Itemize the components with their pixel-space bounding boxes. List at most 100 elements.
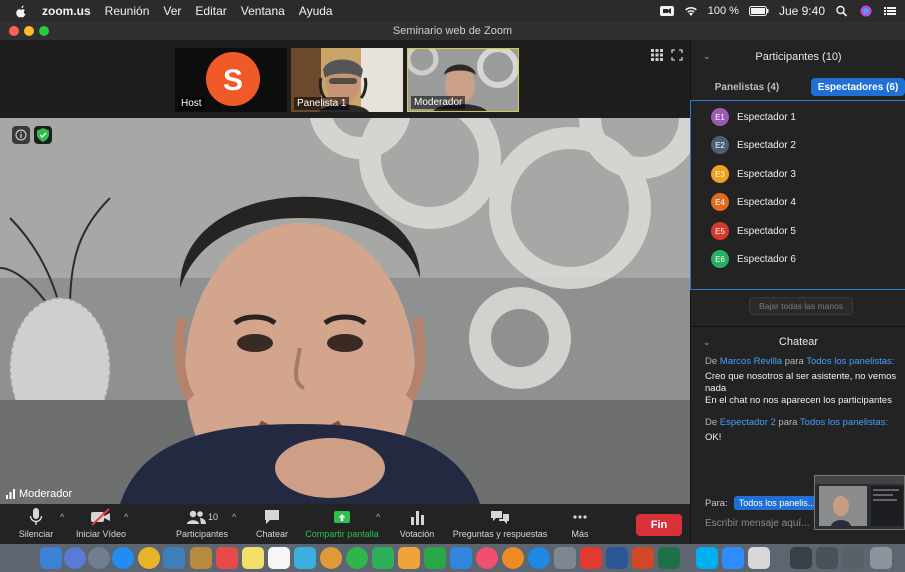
tab-attendees[interactable]: Espectadores (6) [811,78,905,96]
chat-recipient-dropdown[interactable]: Todos los panelis... [733,496,821,510]
minimized-window-icon[interactable] [790,547,812,569]
main-video-label: Moderador [6,488,72,500]
tab-panelists[interactable]: Panelistas (4) [711,78,783,96]
participants-panel-title: Participantes (10) [755,51,842,63]
notification-center-icon[interactable] [883,5,897,17]
launchpad-icon[interactable] [88,547,110,569]
keynote-icon[interactable] [450,547,472,569]
battery-icon[interactable] [748,5,769,17]
attendee-avatar: E1 [711,108,729,126]
word-icon[interactable] [606,547,628,569]
excel-icon[interactable] [658,547,680,569]
facetime-icon[interactable] [372,547,394,569]
more-button[interactable]: Más [562,508,598,544]
mute-button[interactable]: Silenciar [10,508,62,544]
gallery-view-icon[interactable] [651,49,663,61]
trash-icon[interactable] [870,547,892,569]
menu-ayuda[interactable]: Ayuda [299,4,333,18]
chat-sender[interactable]: Marcos Revilla [720,356,782,367]
chat-to-word: para [778,417,798,428]
pages-icon[interactable] [398,547,420,569]
photos-icon[interactable] [320,547,342,569]
dock [0,544,905,572]
thumbnail-panelista-1[interactable]: Panelista 1 [291,48,403,112]
preview-icon[interactable] [748,547,770,569]
messages-icon[interactable] [346,547,368,569]
reminders-icon[interactable] [268,547,290,569]
self-view-thumbnail[interactable] [814,475,905,530]
app-store-icon[interactable] [528,547,550,569]
maps-icon[interactable] [294,547,316,569]
attendee-row[interactable]: E4 Espectador 4 [711,193,796,211]
chat-sender[interactable]: Espectador 2 [720,417,776,428]
menubar-clock[interactable]: Jue 9:40 [779,4,825,18]
participants-button[interactable]: 10 Participantes [172,508,232,544]
system-preferences-icon[interactable] [554,547,576,569]
thumbnail-moderador-label: Moderador [411,96,466,109]
zoom-status-icon[interactable] [659,5,674,17]
zoom-icon[interactable] [722,547,744,569]
menu-bar: zoom.us Reunión Ver Editar Ventana Ayuda… [0,0,905,22]
poll-button[interactable]: Votación [392,508,442,544]
wifi-icon[interactable] [684,5,698,17]
safari-icon[interactable] [112,547,134,569]
chrome-icon[interactable] [138,547,160,569]
encryption-shield-icon[interactable] [34,126,52,144]
attendee-row[interactable]: E3 Espectador 3 [711,165,796,183]
menu-editar[interactable]: Editar [195,4,226,18]
participants-options-chevron-icon[interactable]: ^ [232,512,236,522]
share-screen-icon [334,511,350,523]
finder-icon[interactable] [40,547,62,569]
menu-zoom-us[interactable]: zoom.us [42,4,91,18]
apple-icon[interactable] [14,4,28,18]
share-screen-button[interactable]: Compartir pantalla [302,508,382,544]
chat-message-line: OK! [705,432,722,443]
attendee-name: Espectador 6 [737,253,796,265]
window-title: Seminario web de Zoom [392,25,513,37]
photos-app-icon[interactable] [163,547,185,569]
chat-button[interactable]: Chatear [250,508,294,544]
attendee-row[interactable]: E6 Espectador 6 [711,250,796,268]
audio-options-chevron-icon[interactable]: ^ [60,512,64,522]
attendee-row[interactable]: E5 Espectador 5 [711,222,796,240]
fullscreen-icon[interactable] [671,49,683,61]
share-options-chevron-icon[interactable]: ^ [376,512,380,522]
participants-tabs: Panelistas (4) Espectadores (6) [691,78,905,98]
thumbnail-host-label: Host [178,97,205,110]
video-options-chevron-icon[interactable]: ^ [124,512,128,522]
acrobat-icon[interactable] [580,547,602,569]
end-meeting-button[interactable]: Fin [636,514,682,536]
stickies-icon[interactable] [242,547,264,569]
numbers-icon[interactable] [424,547,446,569]
info-icon[interactable] [12,126,30,144]
books-icon[interactable] [502,547,524,569]
siri-icon[interactable] [859,5,873,17]
lower-all-hands-button[interactable]: Bajar todas las manos [749,297,853,315]
skype-icon[interactable] [696,547,718,569]
microphone-icon [29,508,43,525]
notes-book-icon[interactable] [190,547,212,569]
video-area: S Host Panelista 1 Moderador Moderador [0,40,690,504]
thumbnail-moderador[interactable]: Moderador [407,48,519,112]
thumbnail-host[interactable]: S Host [175,48,287,112]
powerpoint-icon[interactable] [632,547,654,569]
participants-count: 10 [207,512,218,522]
attendee-row[interactable]: E2 Espectador 2 [711,136,796,154]
chat-to-word: para [784,356,804,367]
chat-icon [265,510,279,524]
menu-ver[interactable]: Ver [163,4,181,18]
qa-button[interactable]: Preguntas y respuestas [448,508,552,544]
minimized-window-icon[interactable] [816,547,838,569]
chat-input[interactable]: Escribir mensaje aquí... [705,518,810,529]
minimized-window-icon[interactable] [842,547,864,569]
calendar-icon[interactable] [216,547,238,569]
spotlight-search-icon[interactable] [835,5,849,17]
poll-label: Votación [399,529,435,539]
chat-title: Chatear [691,326,905,356]
attendee-row[interactable]: E1 Espectador 1 [711,108,796,126]
start-video-button[interactable]: Iniciar Vídeo [70,508,132,544]
music-icon[interactable] [476,547,498,569]
menu-ventana[interactable]: Ventana [241,4,285,18]
siri-dock-icon[interactable] [64,547,86,569]
menu-reunion[interactable]: Reunión [105,4,150,18]
